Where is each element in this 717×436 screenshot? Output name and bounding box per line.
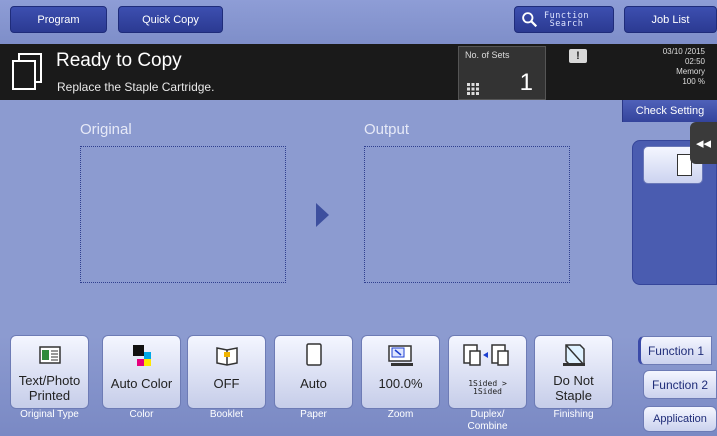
- original-type-label: Original Type: [20, 409, 79, 420]
- function-search-label: Function Search: [544, 10, 589, 29]
- color-value: Auto Color: [110, 376, 173, 391]
- zoom-icon: [387, 345, 413, 366]
- top-bar: Program Quick Copy Function Search Job L…: [0, 0, 717, 44]
- booklet-icon: [215, 347, 238, 366]
- output-label: Output: [364, 121, 410, 138]
- status-header: Ready to Copy Replace the Staple Cartrid…: [0, 44, 717, 100]
- tab-function-1[interactable]: Function 1: [638, 336, 712, 365]
- application-button[interactable]: Application: [643, 406, 717, 432]
- finishing-icon: [562, 344, 585, 366]
- zoom-button[interactable]: 100.0%: [361, 335, 440, 409]
- check-setting-button[interactable]: Check Setting: [622, 100, 717, 122]
- datetime-memory: 03/10 /2015 02:50 Memory 100 %: [605, 47, 715, 87]
- output-preview-box: [364, 146, 570, 283]
- quick-copy-button[interactable]: Quick Copy: [118, 6, 223, 33]
- date-text: 03/10 /2015: [662, 47, 705, 56]
- function-search-button[interactable]: Function Search: [514, 6, 614, 33]
- color-label: Color: [129, 409, 154, 420]
- color-icon: [132, 345, 151, 366]
- sets-label: No. of Sets: [465, 50, 510, 60]
- finishing-label: Finishing: [553, 409, 594, 420]
- tab-function-2[interactable]: Function 2: [643, 370, 717, 399]
- memory-value: 100 %: [682, 77, 705, 86]
- original-type-icon: [38, 346, 61, 364]
- booklet-label: Booklet: [209, 409, 244, 420]
- program-button[interactable]: Program: [10, 6, 107, 33]
- duplex-combine-button[interactable]: 1Sided >1Sided: [448, 335, 527, 409]
- zoom-label: Zoom: [387, 409, 414, 420]
- search-icon: [522, 12, 538, 28]
- alert-icon[interactable]: !: [569, 49, 587, 63]
- paper-button[interactable]: Auto: [274, 335, 353, 409]
- original-label: Original: [80, 121, 132, 138]
- sets-value: 1: [519, 69, 533, 96]
- paper-label: Paper: [300, 409, 327, 420]
- original-type-button[interactable]: Text/Photo Printed: [10, 335, 89, 409]
- zoom-value: 100.0%: [378, 376, 423, 391]
- status-title: Ready to Copy: [56, 50, 182, 71]
- memory-label: Memory: [676, 67, 705, 76]
- paper-value: Auto: [300, 376, 327, 391]
- status-message: Replace the Staple Cartridge.: [57, 80, 215, 94]
- original-type-value: Text/Photo Printed: [18, 373, 81, 403]
- booklet-value: OFF: [213, 376, 240, 391]
- sets-counter[interactable]: No. of Sets 1: [458, 46, 546, 100]
- paper-icon: [305, 343, 322, 366]
- main-workspace: Original Output: [0, 100, 622, 336]
- copy-documents-icon: [12, 53, 42, 90]
- arrow-right-icon: [316, 203, 329, 227]
- finishing-value: Do Not Staple: [553, 373, 594, 403]
- job-list-button[interactable]: Job List: [624, 6, 717, 33]
- keypad-icon: [467, 83, 479, 95]
- original-preview-box: [80, 146, 286, 283]
- time-text: 02:50: [684, 57, 705, 66]
- duplex-icon: [462, 344, 509, 366]
- collapse-panel-button[interactable]: ◂◂: [690, 122, 717, 164]
- duplex-value: 1Sided >1Sided: [468, 379, 507, 396]
- finishing-button[interactable]: Do Not Staple: [534, 335, 613, 409]
- booklet-button[interactable]: OFF: [187, 335, 266, 409]
- color-button[interactable]: Auto Color: [102, 335, 181, 409]
- duplex-combine-label: Duplex/Combine: [467, 409, 508, 432]
